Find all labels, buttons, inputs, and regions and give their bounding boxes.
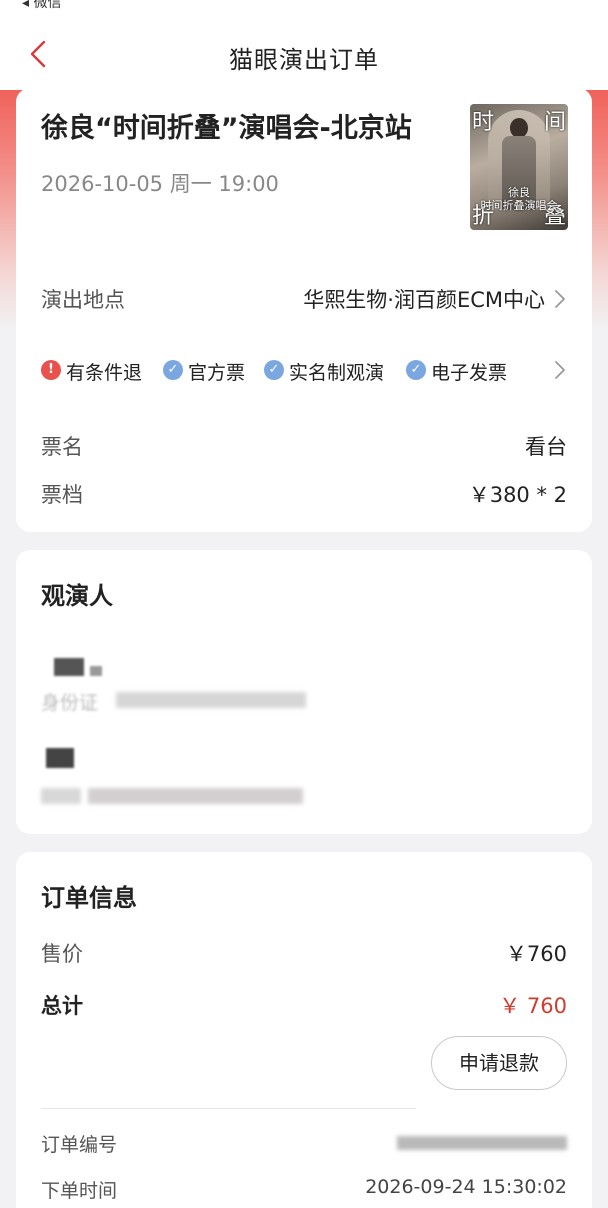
tag-label: 电子发票	[431, 362, 508, 384]
total-value: ￥ 760	[499, 994, 567, 1018]
venue-row[interactable]: 演出地点 华熙生物·润百颜ECM中心	[41, 284, 567, 314]
ticket-tier-label: 票档	[41, 483, 83, 507]
poster-caption-line: 徐良	[508, 186, 530, 199]
poster-figure-head	[510, 118, 528, 138]
attendees-card: 观演人 身份证	[16, 550, 592, 834]
chevron-right-icon	[555, 290, 565, 308]
chevron-right-icon	[555, 361, 565, 379]
order-info-title: 订单信息	[41, 884, 137, 912]
show-info-card: 徐良“时间折叠”演唱会-北京站 2026-10-05 周一 19:00 时 间 …	[16, 88, 592, 532]
poster-char: 间	[543, 110, 566, 135]
check-icon: ✓	[163, 360, 183, 380]
redacted-order-number	[397, 1136, 567, 1150]
order-info-card: 订单信息 售价 ￥760 总计 ￥ 760 申请退款 订单编号 下单时间 202…	[16, 852, 592, 1208]
redacted-name	[90, 666, 102, 676]
ticket-name-label: 票名	[41, 435, 83, 459]
redacted-id-number	[88, 788, 303, 804]
venue-value: 华熙生物·润百颜ECM中心	[303, 288, 545, 312]
price-label: 售价	[41, 942, 83, 966]
price-value: ￥760	[505, 942, 567, 966]
venue-label: 演出地点	[41, 288, 125, 312]
status-bar-back-text[interactable]: ◂ 微信	[22, 0, 61, 12]
tag-label: 官方票	[188, 362, 246, 384]
poster-caption: 徐良 时间折叠演唱会	[470, 186, 568, 212]
show-datetime: 2026-10-05 周一 19:00	[41, 172, 279, 196]
service-tags-row[interactable]: ! 有条件退 ✓ 官方票 ✓ 实名制观演 ✓ 电子发票	[41, 338, 567, 408]
tag-label: 有条件退	[66, 362, 143, 384]
attendees-title: 观演人	[41, 582, 113, 610]
divider	[41, 1108, 416, 1109]
check-icon: ✓	[406, 360, 426, 380]
apply-refund-button[interactable]: 申请退款	[431, 1036, 567, 1090]
tag-label: 实名制观演	[289, 362, 385, 384]
nav-bar: 猫眼演出订单	[0, 14, 608, 90]
status-bar: ◂ 微信	[0, 0, 608, 14]
ticket-tier-value: ￥380 * 2	[468, 483, 567, 507]
redacted-id-number	[116, 692, 306, 708]
redacted-id-label	[41, 788, 81, 804]
poster-caption-line: 时间折叠演唱会	[480, 199, 558, 212]
page-title: 猫眼演出订单	[229, 46, 379, 74]
redacted-name	[46, 748, 74, 768]
show-poster[interactable]: 时 间 折 叠 徐良 时间折叠演唱会	[470, 104, 568, 230]
ticket-name-value: 看台	[525, 435, 567, 459]
order-time-value: 2026-09-24 15:30:02	[365, 1176, 567, 1198]
order-time-label: 下单时间	[41, 1180, 118, 1202]
total-label: 总计	[41, 994, 83, 1018]
attendee-id-label: 身份证	[41, 692, 99, 714]
poster-char: 时	[472, 110, 495, 135]
warning-icon: !	[41, 360, 61, 380]
show-title: 徐良“时间折叠”演唱会-北京站	[41, 113, 412, 144]
order-number-label: 订单编号	[41, 1134, 118, 1156]
check-icon: ✓	[264, 360, 284, 380]
redacted-name	[54, 658, 84, 676]
